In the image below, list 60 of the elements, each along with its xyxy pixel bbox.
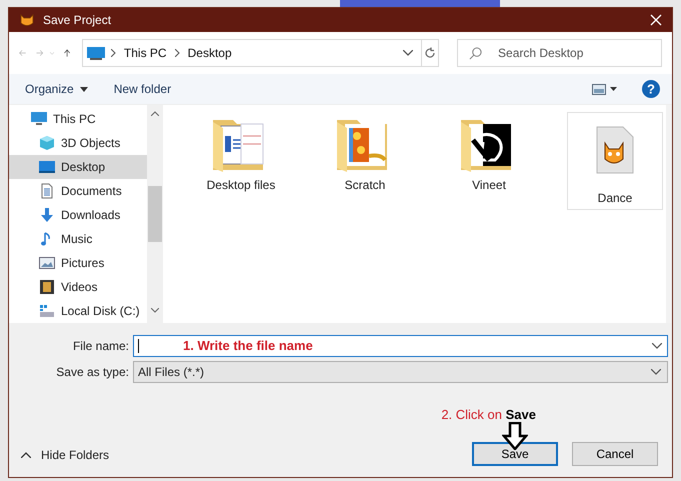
folder-tile[interactable]: Vineet xyxy=(435,112,543,192)
scroll-down-icon[interactable] xyxy=(151,308,159,313)
scroll-up-icon[interactable] xyxy=(151,111,159,116)
search-icon xyxy=(469,47,482,60)
hide-folders-toggle[interactable]: Hide Folders xyxy=(21,448,110,462)
file-name-label: File name: xyxy=(72,339,130,353)
instruction-text: 2. Click on Save xyxy=(441,407,536,422)
refresh-button[interactable] xyxy=(422,39,440,67)
chevron-down-icon xyxy=(651,369,661,375)
close-icon[interactable] xyxy=(650,14,662,26)
breadcrumb-item[interactable]: Desktop xyxy=(188,46,232,60)
folder-tile[interactable]: Scratch xyxy=(311,112,419,192)
sidebar-item[interactable]: Desktop xyxy=(9,155,147,179)
monitor-icon xyxy=(86,46,105,60)
cube-icon xyxy=(39,135,55,151)
chevron-down-icon[interactable] xyxy=(402,50,413,56)
sidebar-item[interactable]: 3D Objects xyxy=(9,131,147,155)
sidebar-item[interactable]: Documents xyxy=(9,179,147,203)
chevron-right-icon xyxy=(174,49,180,57)
window-title: Save Project xyxy=(43,13,112,27)
sidebar-item[interactable]: Local Disk (C:) xyxy=(9,299,147,323)
cat-file-icon xyxy=(595,125,635,175)
file-tile[interactable]: Dance xyxy=(567,112,663,210)
scrollbar[interactable] xyxy=(666,105,672,323)
sidebar-item[interactable]: Videos xyxy=(9,275,147,299)
search-field[interactable]: Search Desktop xyxy=(457,39,662,67)
new-folder-button[interactable]: New folder xyxy=(114,82,172,96)
save-as-type-dropdown[interactable]: All Files (*.*) xyxy=(133,361,668,383)
breadcrumb-item[interactable]: This PC xyxy=(124,46,167,60)
organize-menu[interactable]: Organize xyxy=(25,82,88,96)
disk-drive-icon xyxy=(39,303,55,319)
desktop-icon xyxy=(39,159,55,175)
instruction-text: 1. Write the file name xyxy=(183,338,313,353)
sidebar-item[interactable]: This PC xyxy=(9,107,147,131)
film-icon xyxy=(39,279,55,295)
download-arrow-icon xyxy=(39,207,55,223)
sidebar-item[interactable]: Pictures xyxy=(9,251,147,275)
view-options-icon[interactable] xyxy=(592,84,618,94)
document-icon xyxy=(39,183,55,199)
cat-icon xyxy=(19,13,35,27)
scrollbar-thumb[interactable] xyxy=(148,186,162,242)
sidebar-item[interactable]: Downloads xyxy=(9,203,147,227)
computer-icon xyxy=(31,111,47,127)
scrollbar[interactable] xyxy=(147,105,163,323)
file-name-field[interactable] xyxy=(133,335,668,357)
picture-icon xyxy=(39,255,55,271)
help-icon[interactable]: ? xyxy=(642,80,660,98)
save-as-type-label: Save as type: xyxy=(55,365,130,379)
down-arrow-icon xyxy=(502,422,528,450)
sidebar-item[interactable]: Music xyxy=(9,227,147,251)
save-button[interactable]: Save xyxy=(472,442,558,466)
chevron-right-icon xyxy=(110,49,116,57)
chevron-down-icon[interactable] xyxy=(652,343,662,349)
text-cursor-icon xyxy=(138,339,139,353)
address-bar[interactable]: This PC Desktop xyxy=(82,39,422,67)
folder-tile[interactable]: Desktop files xyxy=(187,112,295,192)
chevron-up-icon xyxy=(21,452,31,458)
cancel-button[interactable]: Cancel xyxy=(572,442,658,466)
refresh-icon xyxy=(424,47,436,59)
caret-icon xyxy=(80,86,88,92)
